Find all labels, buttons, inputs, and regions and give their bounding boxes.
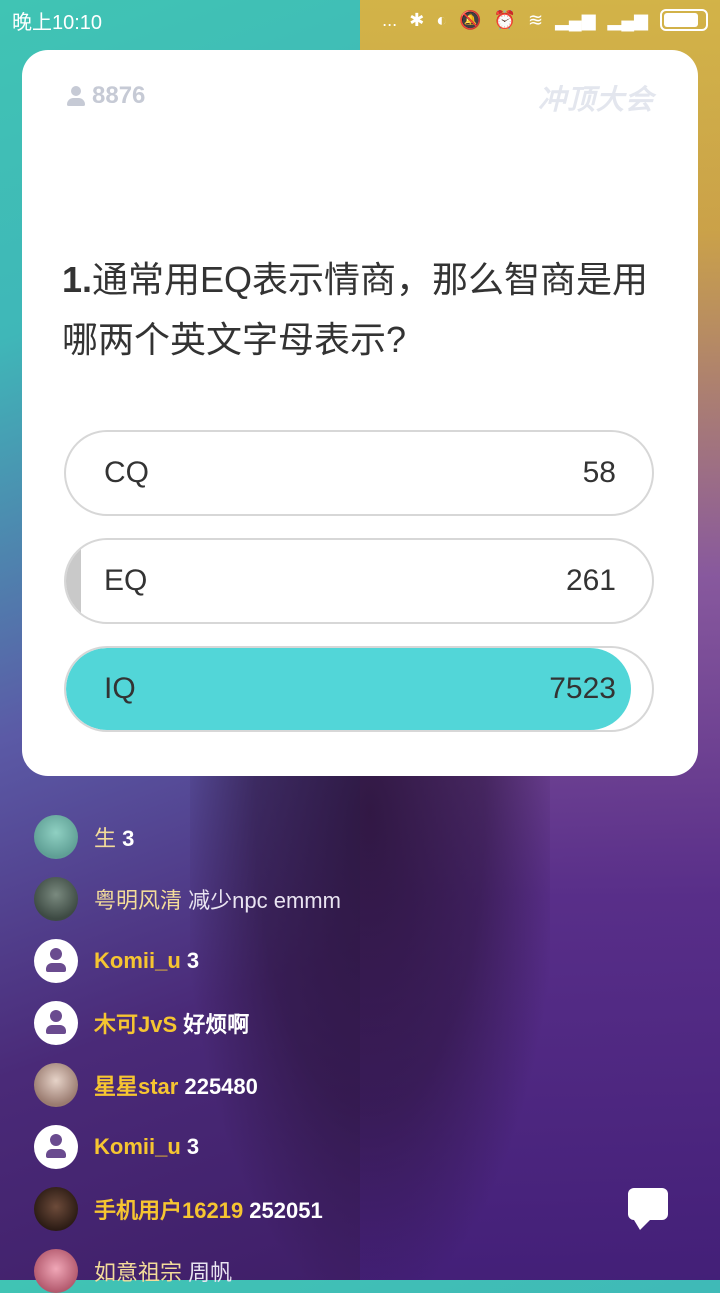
mute-icon: 🔕: [459, 9, 482, 30]
comment-message: 周帆: [182, 1260, 233, 1285]
comment-text: 生 3: [94, 821, 134, 853]
comment-nick: 手机用户16219: [94, 1198, 244, 1223]
status-icons: ... ✱ ◐ 🔕 ⏰ ≋ ▂▄▆ ▂▄▆: [382, 9, 708, 31]
avatar[interactable]: [34, 939, 78, 983]
comment-item: 粤明风清 减少npc emmm: [34, 877, 341, 921]
comment-text: 木可JvS 好烦啊: [94, 1007, 249, 1039]
signal-icon: ▂▄▆: [555, 9, 596, 30]
option-count: 7523: [549, 672, 616, 705]
comment-nick: 星星star: [94, 1074, 179, 1099]
question-number: 1.: [62, 259, 93, 300]
more-dots: ...: [382, 9, 398, 30]
question-card: 8876 冲顶大会 1.通常用EQ表示情商，那么智商是用哪两个英文字母表示? C…: [22, 50, 698, 776]
avatar[interactable]: [34, 1001, 78, 1045]
comment-item: Komii_u 3: [34, 939, 199, 983]
avatar[interactable]: [34, 1249, 78, 1293]
comment-nick: 粤明风清: [94, 888, 183, 913]
comment-message: 3: [180, 948, 200, 973]
option-label: EQ: [104, 564, 148, 597]
option-iq[interactable]: IQ 7523: [64, 646, 654, 732]
comment-item: 生 3: [34, 815, 134, 859]
comment-nick: 生: [94, 826, 117, 851]
comment-nick: Komii_u: [94, 1134, 181, 1159]
comment-text: Komii_u 3: [94, 948, 199, 974]
battery-icon: [660, 9, 708, 31]
avatar[interactable]: [34, 877, 78, 921]
option-eq[interactable]: EQ 261: [64, 538, 654, 624]
brand-logo: 冲顶大会: [537, 84, 654, 115]
person-icon: [66, 86, 86, 106]
comment-text: 星星star 225480: [94, 1069, 258, 1101]
comment-item: 如意祖宗 周帆: [34, 1249, 232, 1293]
comment-nick: 如意祖宗: [94, 1260, 183, 1285]
comment-message: 252051: [243, 1198, 323, 1223]
option-fill: [66, 540, 81, 622]
comment-message: 3: [180, 1134, 200, 1159]
avatar[interactable]: [34, 815, 78, 859]
comment-nick: 木可JvS: [94, 1012, 178, 1037]
comment-message: 3: [116, 826, 135, 851]
comment-item: 星星star 225480: [34, 1063, 258, 1107]
question-body: 通常用EQ表示情商，那么智商是用哪两个英文字母表示?: [62, 259, 649, 360]
avatar[interactable]: [34, 1187, 78, 1231]
status-bar: 晚上10:10 ... ✱ ◐ 🔕 ⏰ ≋ ▂▄▆ ▂▄▆: [0, 0, 720, 40]
comment-message: 225480: [178, 1074, 258, 1099]
comment-text: 如意祖宗 周帆: [94, 1255, 232, 1287]
comment-item: Komii_u 3: [34, 1125, 199, 1169]
chat-button[interactable]: [628, 1188, 668, 1230]
wifi-icon: ≋: [528, 9, 544, 30]
comment-text: 手机用户16219 252051: [94, 1193, 323, 1225]
question-text: 1.通常用EQ表示情商，那么智商是用哪两个英文字母表示?: [62, 250, 662, 370]
option-label: IQ: [104, 672, 136, 705]
option-label: CQ: [104, 456, 149, 489]
comment-item: 手机用户16219 252051: [34, 1187, 323, 1231]
viewer-count-value: 8876: [92, 82, 146, 109]
comment-nick: Komii_u: [94, 948, 181, 973]
option-count: 261: [565, 564, 616, 597]
comment-text: Komii_u 3: [94, 1134, 199, 1160]
option-count: 58: [582, 456, 616, 489]
bluetooth-icon: ✱: [409, 9, 425, 30]
toggle-icon: ◐: [436, 9, 448, 30]
comment-message: 好烦啊: [177, 1012, 250, 1037]
option-cq[interactable]: CQ 58: [64, 430, 654, 516]
viewer-count: 8876: [66, 82, 145, 110]
avatar[interactable]: [34, 1063, 78, 1107]
signal-icon-2: ▂▄▆: [607, 9, 648, 30]
status-time: 晚上10:10: [12, 11, 103, 34]
avatar[interactable]: [34, 1125, 78, 1169]
comment-text: 粤明风清 减少npc emmm: [94, 883, 341, 915]
comment-item: 木可JvS 好烦啊: [34, 1001, 249, 1045]
comment-message: 减少npc emmm: [182, 888, 341, 913]
option-fill: [66, 648, 632, 730]
alarm-icon: ⏰: [493, 9, 516, 30]
